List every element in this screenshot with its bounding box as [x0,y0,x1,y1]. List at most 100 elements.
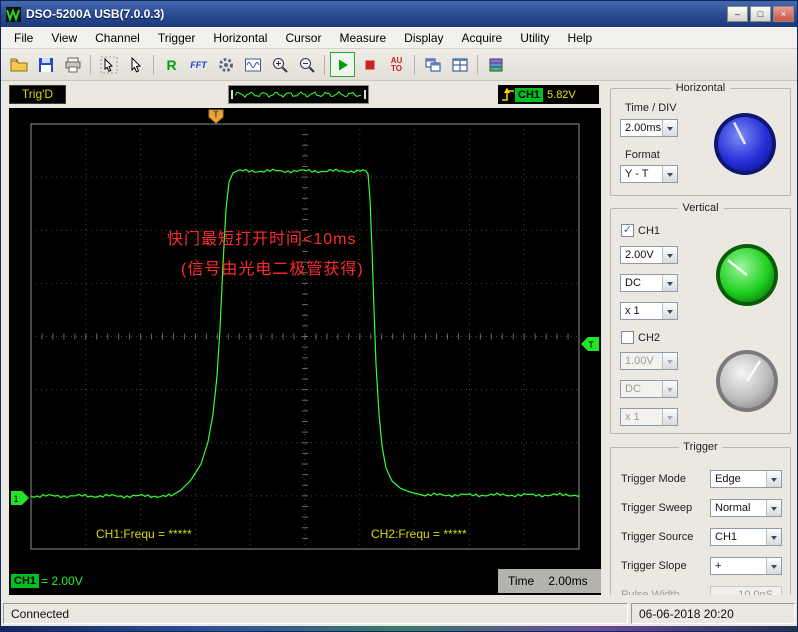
cascade-windows-icon [424,56,442,74]
main-area: Trig'D CH1 5.82V [1,81,797,595]
status-bar: Connected 06-06-2018 20:20 [1,601,797,626]
ch1-enable-row: ✓ CH1 [621,224,660,237]
annotation-line1: 快门最短打开时间<10ms [167,225,356,249]
ch1-level-marker[interactable]: 1 [11,491,29,505]
ch1-probe-select[interactable]: x 1 [620,302,678,320]
toolbar-separator [153,55,154,75]
ch1-readout-badge: CH1 [11,574,39,588]
chevron-down-icon[interactable] [766,471,781,487]
zoom-out-button[interactable] [294,52,319,77]
tile-windows-icon [451,56,469,74]
menu-help[interactable]: Help [559,28,602,48]
chevron-down-icon[interactable] [662,166,677,182]
ch2-position-knob[interactable] [714,348,780,419]
ch2-volts-select[interactable]: 1.00V [620,352,678,370]
cursor-select-button[interactable] [96,52,121,77]
menu-utility[interactable]: Utility [511,28,558,48]
vertical-group-title: Vertical [677,202,723,214]
datetime-status: 06-06-2018 20:20 [631,603,795,624]
print-button[interactable] [60,52,85,77]
letter-r-icon: R [166,57,176,73]
run-button[interactable] [330,52,355,77]
menu-trigger[interactable]: Trigger [149,28,205,48]
close-button[interactable]: × [773,6,794,22]
ch1-coupling-select[interactable]: DC [620,274,678,292]
ch2-probe-select[interactable]: x 1 [620,408,678,426]
trigger-level-marker[interactable]: T [581,337,599,351]
scope-readout-row: CH1 = 2.00V Time 2.00ms [9,569,601,593]
trigger-position-marker[interactable]: T [209,110,223,123]
zoom-in-icon [271,56,289,74]
help-book-button[interactable] [483,52,508,77]
horizontal-position-knob[interactable] [712,111,778,182]
trigger-sweep-label: Trigger Sweep [621,502,710,514]
trigger-mode-label: Trigger Mode [621,473,710,485]
scope-display[interactable]: T 1 T 快门最短打开时间<10ms (信号由光电二极管获得) CH1:Fre… [9,108,601,595]
ch1-position-knob[interactable] [714,242,780,313]
stop-icon [361,56,379,74]
trigger-slope-select[interactable]: + [710,557,782,575]
menu-channel[interactable]: Channel [86,28,149,48]
ch1-frequency-readout: CH1:Frequ = ***** [96,527,192,541]
trigger-source-select[interactable]: CH1 [710,528,782,546]
zoom-in-button[interactable] [267,52,292,77]
auto-set-icon: AUTO [391,57,403,73]
format-label: Format [625,149,660,161]
ch2-label: CH2 [638,332,660,344]
refresh-r-button[interactable]: R [159,52,184,77]
ch2-coupling-select[interactable]: DC [620,380,678,398]
menu-cursor[interactable]: Cursor [276,28,330,48]
ch1-volts-select[interactable]: 2.00V [620,246,678,264]
fft-icon: FFT [190,60,207,70]
menu-acquire[interactable]: Acquire [453,28,512,48]
trigger-mode-row: Trigger Mode Edge [621,470,782,488]
chevron-down-icon[interactable] [766,558,781,574]
trigger-sweep-select[interactable]: Normal [710,499,782,517]
format-select[interactable]: Y - T [620,165,678,183]
gear-icon [217,56,235,74]
trigger-slope-label: Trigger Slope [621,560,710,572]
ch1-checkbox[interactable]: ✓ [621,224,634,237]
menu-measure[interactable]: Measure [330,28,395,48]
menu-file[interactable]: File [5,28,42,48]
chevron-down-icon[interactable] [766,529,781,545]
waveform-display-button[interactable] [240,52,265,77]
open-button[interactable] [6,52,31,77]
menu-horizontal[interactable]: Horizontal [204,28,276,48]
menu-view[interactable]: View [42,28,86,48]
trigger-level-readout: CH1 5.82V [498,85,599,104]
trigger-source-row: Trigger Source CH1 [621,528,782,546]
tile-windows-button[interactable] [447,52,472,77]
toolbar-separator [90,55,91,75]
cursor-dashed-icon [100,56,118,74]
chevron-down-icon[interactable] [662,247,677,263]
svg-text:T: T [588,340,594,350]
play-icon [334,56,352,74]
cascade-windows-button[interactable] [420,52,445,77]
chevron-down-icon[interactable] [662,409,677,425]
maximize-button[interactable]: □ [750,6,771,22]
fft-button[interactable]: FFT [186,52,211,77]
scope-graticule: T 1 T [9,108,601,595]
chevron-down-icon[interactable] [662,381,677,397]
chevron-down-icon[interactable] [662,303,677,319]
minimize-button[interactable]: – [727,6,748,22]
menu-display[interactable]: Display [395,28,452,48]
chevron-down-icon[interactable] [662,275,677,291]
trigger-group: Trigger Trigger Mode Edge Trigger Sweep … [610,447,791,595]
ch2-frequency-readout: CH2:Frequ = ***** [371,527,467,541]
chevron-down-icon[interactable] [766,500,781,516]
autoset-button[interactable]: AUTO [384,52,409,77]
chevron-down-icon[interactable] [662,353,677,369]
trigger-mode-select[interactable]: Edge [710,470,782,488]
trigger-level-value: 5.82V [547,89,576,101]
chevron-down-icon[interactable] [662,120,677,136]
stop-button[interactable] [357,52,382,77]
save-button[interactable] [33,52,58,77]
settings-button[interactable] [213,52,238,77]
pointer-button[interactable] [123,52,148,77]
acquisition-preview[interactable] [228,85,369,104]
time-div-select[interactable]: 2.00ms [620,119,678,137]
ch1-scale-readout: = 2.00V [41,574,83,588]
ch2-checkbox[interactable] [621,331,634,344]
